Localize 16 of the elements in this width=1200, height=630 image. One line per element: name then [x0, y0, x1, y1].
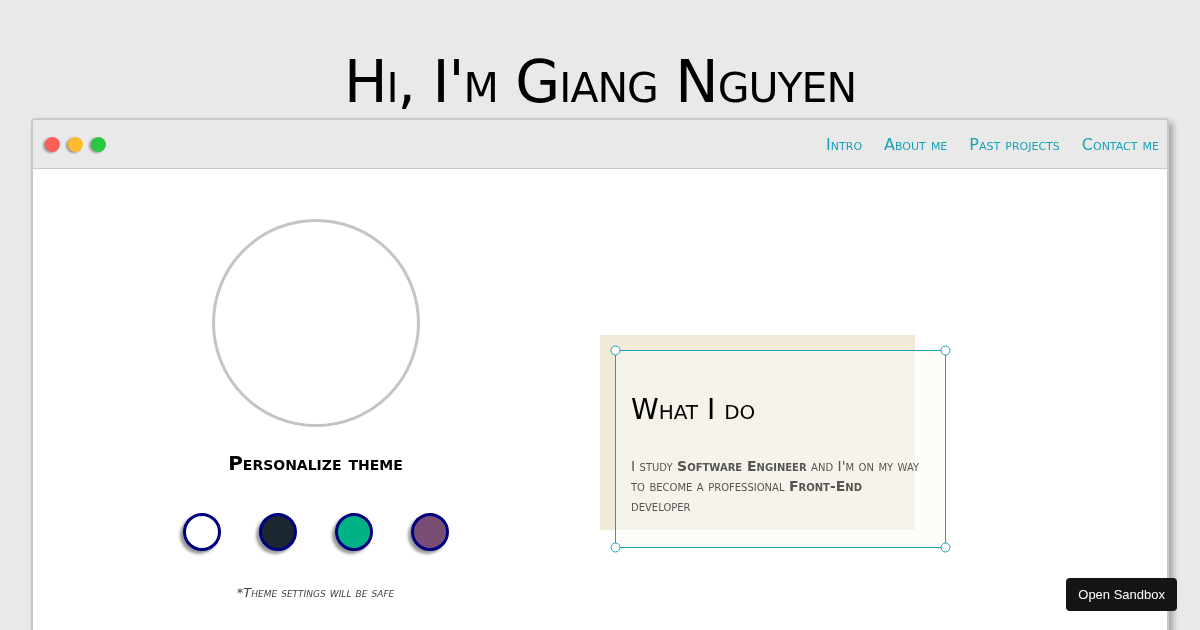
theme-swatch[interactable]: [258, 513, 297, 551]
selection-frame[interactable]: [610, 345, 951, 553]
nav-link[interactable]: About me: [884, 134, 948, 154]
open-sandbox-button[interactable]: Open Sandbox: [1066, 578, 1177, 611]
page-heading: Hi, I'm Giang Nguyen: [342, 47, 858, 118]
theme-swatch[interactable]: [182, 513, 221, 551]
nav-link[interactable]: Intro: [826, 134, 863, 154]
card-title: What I do: [631, 393, 757, 426]
card-text: I study Software Engineer and I'm on my way to become a professional Front-End developer: [631, 457, 921, 516]
theme-title: Personalize theme: [228, 451, 403, 475]
theme-swatch[interactable]: [334, 513, 373, 551]
nav-link[interactable]: Contact me: [1081, 134, 1159, 154]
close-icon[interactable]: [45, 136, 60, 152]
nav-link[interactable]: Past projects: [969, 134, 1060, 154]
theme-note: *Theme settings will be safe: [236, 585, 395, 600]
theme-swatch[interactable]: [410, 513, 449, 551]
